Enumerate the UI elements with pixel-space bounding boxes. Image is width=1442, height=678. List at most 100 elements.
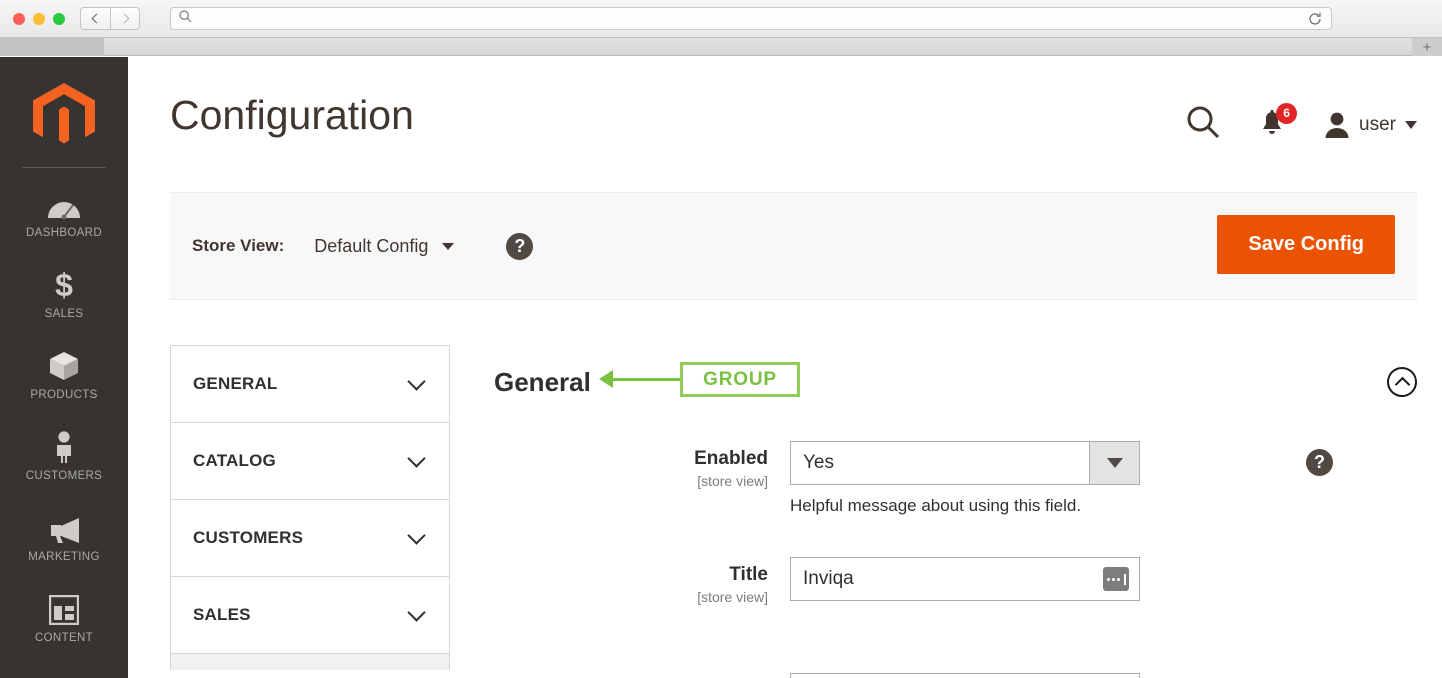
chevron-down-icon[interactable] xyxy=(1089,442,1139,484)
section-header: General GROUP xyxy=(494,345,1417,419)
config-section: General GROUP Enabled [store view] xyxy=(494,345,1417,419)
person-icon xyxy=(2,427,126,463)
search-icon[interactable] xyxy=(1186,105,1220,144)
maximize-window-button[interactable] xyxy=(53,13,65,25)
save-config-button[interactable]: Save Config xyxy=(1217,215,1395,274)
chevron-down-icon xyxy=(1405,121,1417,129)
chevron-down-icon xyxy=(407,449,425,467)
store-view-label: Store View: xyxy=(192,236,284,256)
config-nav-label: GENERAL xyxy=(193,374,278,394)
sidebar-item-marketing[interactable]: MARKETING xyxy=(0,492,128,573)
dashboard-gauge-icon xyxy=(2,184,126,220)
caret-down-glyph xyxy=(1107,458,1123,468)
annotation-arrow-line xyxy=(611,378,683,381)
field-row: Enabled [store view] Yes Helpful message… xyxy=(494,441,1417,516)
dollar-sign-icon: $ xyxy=(2,265,126,301)
help-icon[interactable]: ? xyxy=(506,233,533,260)
field-row: Secret xyxy=(494,673,1417,678)
page-title: Configuration xyxy=(170,92,414,139)
page-header: Configuration 6 xyxy=(128,57,1442,177)
reload-icon[interactable] xyxy=(1308,12,1322,26)
field-control-col xyxy=(790,557,1290,601)
sidebar-item-label: MARKETING xyxy=(2,551,126,563)
box-icon xyxy=(2,346,126,382)
chevron-down-icon xyxy=(407,603,425,621)
config-nav-item-sales[interactable]: SALES xyxy=(171,577,449,654)
megaphone-icon xyxy=(2,508,126,544)
minimize-window-button[interactable] xyxy=(33,13,45,25)
config-nav-item-catalog[interactable]: CATALOG xyxy=(171,423,449,500)
user-menu[interactable]: user xyxy=(1324,111,1417,139)
chevron-down-icon xyxy=(407,372,425,390)
notification-badge: 6 xyxy=(1276,103,1297,124)
browser-tab[interactable] xyxy=(0,38,104,56)
browser-nav-buttons xyxy=(80,7,140,30)
forward-button[interactable] xyxy=(110,7,140,30)
sidebar-item-dashboard[interactable]: DASHBOARD xyxy=(0,168,128,249)
annotation-group-label: GROUP xyxy=(680,362,800,397)
sidebar-item-products[interactable]: PRODUCTS xyxy=(0,330,128,411)
chevron-left-icon xyxy=(92,14,102,24)
sidebar-item-label: PRODUCTS xyxy=(2,389,126,401)
back-button[interactable] xyxy=(80,7,110,30)
field-label-col: Secret xyxy=(494,673,790,678)
field-label: Enabled xyxy=(494,449,768,470)
sidebar-item-label: CUSTOMERS xyxy=(2,470,126,482)
header-tools: 6 user xyxy=(1186,105,1417,144)
store-view-bar: Store View: Default Config ? Save Config xyxy=(170,192,1417,300)
user-avatar-icon xyxy=(1324,111,1350,139)
sidebar-item-content[interactable]: CONTENT xyxy=(0,573,128,654)
title-input-wrap[interactable] xyxy=(790,557,1140,601)
new-tab-button[interactable]: + xyxy=(1412,38,1442,56)
field-label-col: Title [store view] xyxy=(494,557,790,605)
field-scope: [store view] xyxy=(494,589,768,605)
admin-sidebar: DASHBOARD $ SALES PRODUCTS xyxy=(0,57,128,678)
layout-grid-icon xyxy=(2,589,126,625)
user-name-label: user xyxy=(1359,114,1396,136)
field-control-col: Yes Helpful message about using this fie… xyxy=(790,441,1290,516)
chevron-down-icon xyxy=(407,526,425,544)
field-help-wrap: ? xyxy=(1306,449,1333,476)
config-nav-panel: GENERAL CATALOG CUSTOMERS SALES xyxy=(170,345,450,670)
config-nav-label: CUSTOMERS xyxy=(193,528,303,548)
window-controls xyxy=(13,13,65,25)
system-value-icon[interactable] xyxy=(1103,567,1129,591)
enabled-select-value: Yes xyxy=(791,452,834,474)
config-nav-label: SALES xyxy=(193,605,251,625)
field-row: Title [store view] xyxy=(494,557,1417,605)
sidebar-item-sales[interactable]: $ SALES xyxy=(0,249,128,330)
address-input[interactable] xyxy=(192,13,1308,25)
chevron-right-icon xyxy=(119,14,129,24)
config-nav-item-general[interactable]: GENERAL xyxy=(171,346,449,423)
main-content: Configuration 6 xyxy=(128,57,1442,678)
close-window-button[interactable] xyxy=(13,13,25,25)
config-nav-item-next[interactable] xyxy=(171,654,449,670)
notifications-button[interactable]: 6 xyxy=(1258,110,1286,140)
config-body: GENERAL CATALOG CUSTOMERS SALES xyxy=(170,345,1417,678)
tab-strip: + xyxy=(0,38,1442,56)
chevron-up-icon xyxy=(1394,376,1410,392)
store-view-switcher[interactable]: Default Config xyxy=(314,236,454,257)
store-view-value: Default Config xyxy=(314,236,428,257)
magento-logo-icon[interactable] xyxy=(31,83,97,149)
enabled-select[interactable]: Yes xyxy=(790,441,1140,485)
field-control-col xyxy=(790,673,1290,678)
title-input[interactable] xyxy=(791,567,1103,591)
sidebar-item-label: CONTENT xyxy=(2,632,126,644)
sidebar-item-label: DASHBOARD xyxy=(2,227,126,239)
search-icon xyxy=(179,10,192,28)
field-note: Helpful message about using this field. xyxy=(790,496,1290,516)
secret-input-wrap[interactable] xyxy=(790,673,1140,678)
svg-text:$: $ xyxy=(55,267,73,301)
field-label-col: Enabled [store view] xyxy=(494,441,790,489)
chevron-down-icon xyxy=(442,243,454,250)
sidebar-item-label: SALES xyxy=(2,308,126,320)
sidebar-item-customers[interactable]: CUSTOMERS xyxy=(0,411,128,492)
config-nav-label: CATALOG xyxy=(193,451,276,471)
config-nav-item-customers[interactable]: CUSTOMERS xyxy=(171,500,449,577)
chevron-up-circle-icon[interactable] xyxy=(1387,367,1417,397)
field-label: Title xyxy=(494,565,768,586)
help-icon[interactable]: ? xyxy=(1306,449,1333,476)
address-bar[interactable] xyxy=(170,7,1332,30)
browser-chrome xyxy=(0,0,1442,38)
